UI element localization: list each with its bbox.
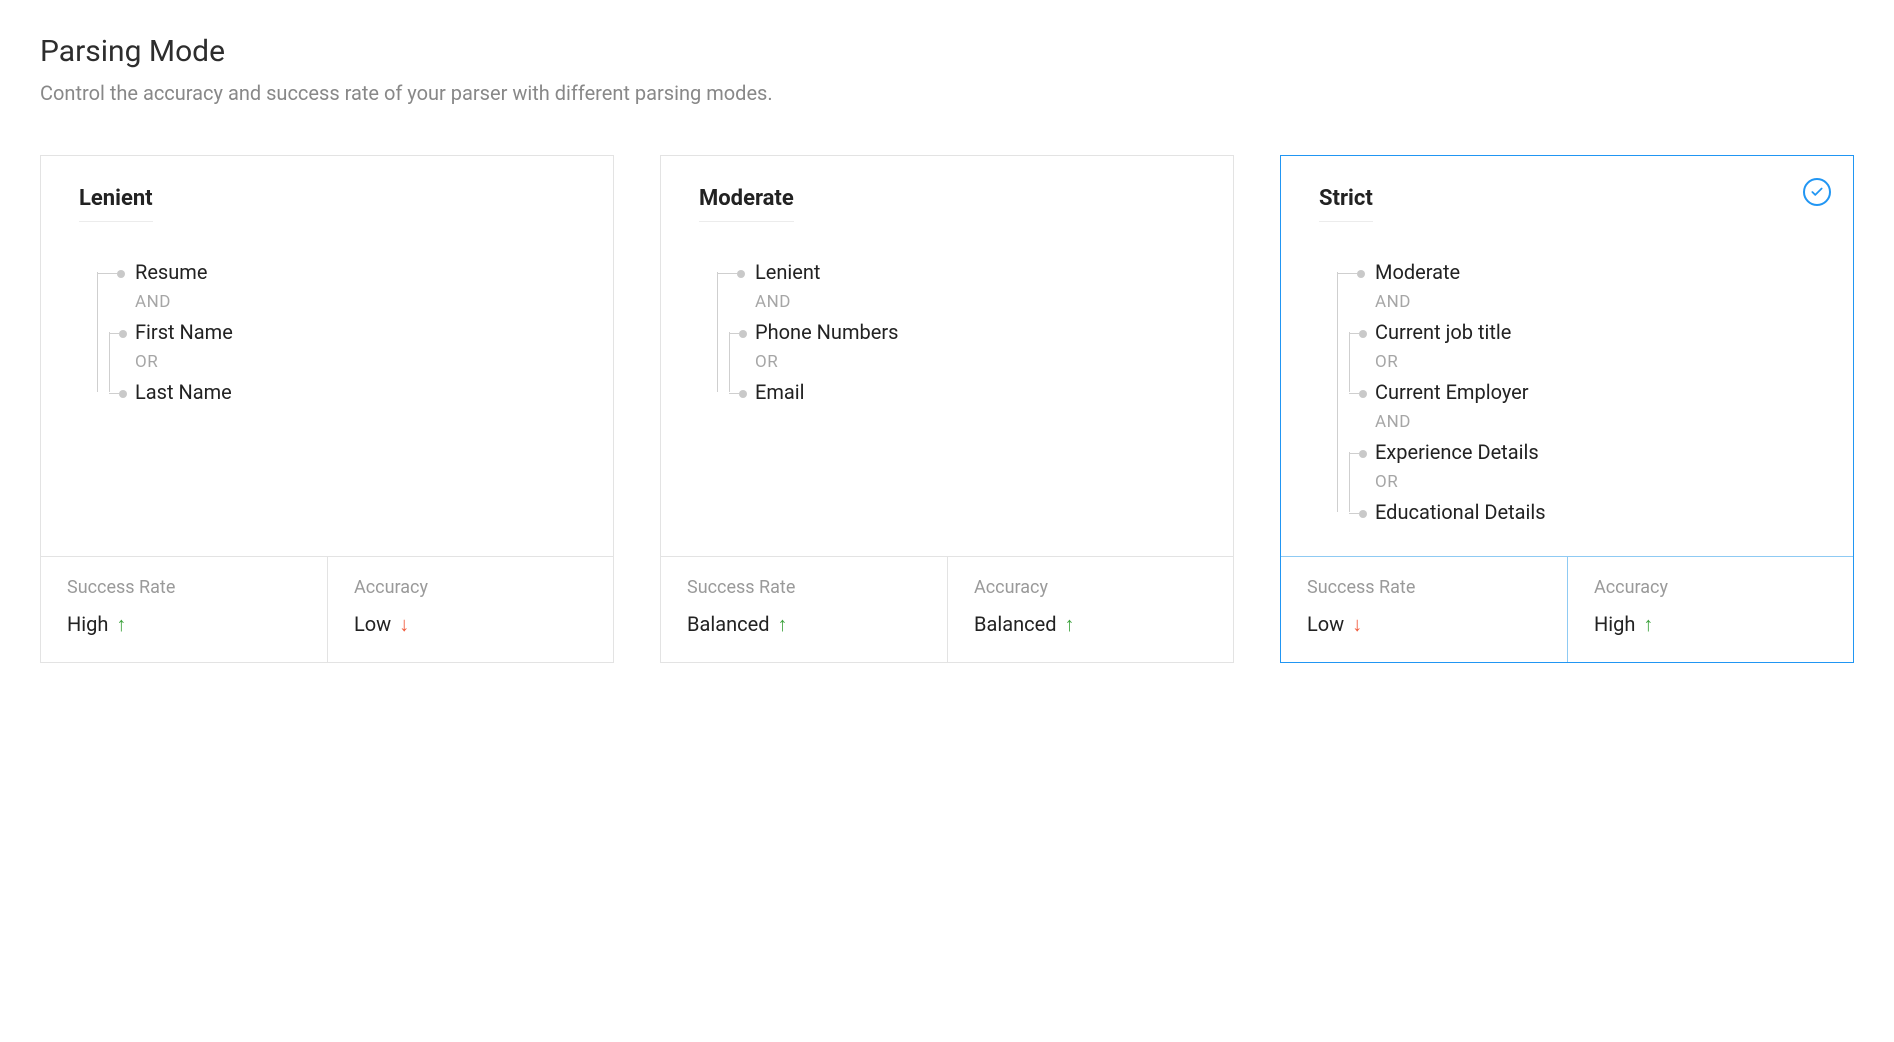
metric-label: Success Rate [687,577,921,598]
metric-label: Accuracy [354,577,587,598]
criteria-label: Moderate [1375,258,1815,286]
card-footer: Success Rate High ↑ Accuracy Low ↓ [41,556,613,662]
selected-check-icon [1803,178,1831,206]
criteria-operator: AND [79,292,575,312]
metric-value: Balanced ↑ [974,612,1207,636]
mode-card-moderate[interactable]: Moderate Lenient AND Phone Numbers OR Email Su… [660,155,1234,663]
criteria-node: Current Employer [1319,378,1815,406]
criteria-node: Moderate [1319,258,1815,286]
criteria-node: Resume [79,258,575,286]
metric-value-text: Balanced [974,612,1056,636]
criteria-tree: Resume AND First Name OR Last Name [79,258,575,406]
card-body: StrictModerateANDCurrent job titleORCurr… [1281,156,1853,556]
operator-label: AND [1375,412,1815,432]
criteria-subgroup: Current job title OR Current Employer [1319,318,1815,406]
operator-label: AND [1375,292,1815,312]
arrow-up-icon: ↑ [116,614,126,634]
mode-title: Moderate [699,186,794,222]
metric-value-text: Low [354,612,391,636]
mode-cards: Lenient Resume AND First Name OR Last Name Suc… [40,155,1854,663]
metric-success-rate: Success Rate Low ↓ [1281,557,1567,662]
criteria-node: Current job title [1319,318,1815,346]
operator-label: OR [135,352,575,372]
metric-value-text: High [67,612,108,636]
criteria-operator: AND [1319,292,1815,312]
criteria-operator: OR [79,352,575,372]
criteria-label: Resume [135,258,575,286]
criteria-label: Current job title [1375,318,1815,346]
metric-value: Low ↓ [354,612,587,636]
metric-success-rate: Success Rate Balanced ↑ [661,557,947,662]
operator-label: OR [1375,472,1815,492]
metric-label: Success Rate [1307,577,1541,598]
operator-label: OR [1375,352,1815,372]
criteria-label: Lenient [755,258,1195,286]
criteria-label: Last Name [135,378,575,406]
metric-value: High ↑ [1594,612,1827,636]
metric-label: Accuracy [1594,577,1827,598]
criteria-node: Lenient [699,258,1195,286]
arrow-up-icon: ↑ [1643,614,1653,634]
criteria-label: Experience Details [1375,438,1815,466]
arrow-up-icon: ↑ [777,614,787,634]
criteria-operator: AND [1319,412,1815,432]
criteria-subgroup: Experience Details OR Educational Details [1319,438,1815,526]
arrow-up-icon: ↑ [1064,614,1074,634]
card-body: Lenient Resume AND First Name OR Last Name [41,156,613,556]
criteria-node: Educational Details [1319,498,1815,526]
metric-accuracy: Accuracy Low ↓ [327,557,613,662]
criteria-node: Last Name [79,378,575,406]
metric-value: Balanced ↑ [687,612,921,636]
mode-card-strict[interactable]: StrictModerateANDCurrent job titleORCurr… [1280,155,1854,663]
metric-value: Low ↓ [1307,612,1541,636]
metric-value-text: High [1594,612,1635,636]
operator-label: OR [755,352,1195,372]
metric-value: High ↑ [67,612,301,636]
page-title: Parsing Mode [40,34,1854,69]
mode-title: Lenient [79,186,153,222]
metric-label: Success Rate [67,577,301,598]
operator-label: AND [135,292,575,312]
card-footer: Success Rate Low ↓ Accuracy High ↑ [1281,556,1853,662]
arrow-down-icon: ↓ [1352,614,1362,634]
criteria-subgroup: Phone Numbers OR Email [699,318,1195,406]
criteria-node: Phone Numbers [699,318,1195,346]
metric-label: Accuracy [974,577,1207,598]
criteria-label: Phone Numbers [755,318,1195,346]
metric-accuracy: Accuracy High ↑ [1567,557,1853,662]
criteria-tree: Lenient AND Phone Numbers OR Email [699,258,1195,406]
criteria-subgroup: First Name OR Last Name [79,318,575,406]
metric-accuracy: Accuracy Balanced ↑ [947,557,1233,662]
criteria-node: Email [699,378,1195,406]
criteria-operator: OR [1319,472,1815,492]
criteria-operator: OR [699,352,1195,372]
criteria-operator: OR [1319,352,1815,372]
criteria-label: Email [755,378,1195,406]
card-footer: Success Rate Balanced ↑ Accuracy Balanced ↑ [661,556,1233,662]
criteria-tree: Moderate AND Current job title OR Current Em… [1319,258,1815,526]
criteria-label: Current Employer [1375,378,1815,406]
page-subtitle: Control the accuracy and success rate of… [40,81,1854,105]
criteria-label: Educational Details [1375,498,1815,526]
criteria-operator: AND [699,292,1195,312]
metric-value-text: Balanced [687,612,769,636]
criteria-label: First Name [135,318,575,346]
mode-title: Strict [1319,186,1373,222]
metric-value-text: Low [1307,612,1344,636]
card-body: Moderate Lenient AND Phone Numbers OR Email [661,156,1233,556]
metric-success-rate: Success Rate High ↑ [41,557,327,662]
mode-card-lenient[interactable]: Lenient Resume AND First Name OR Last Name Suc… [40,155,614,663]
operator-label: AND [755,292,1195,312]
criteria-node: First Name [79,318,575,346]
criteria-node: Experience Details [1319,438,1815,466]
arrow-down-icon: ↓ [399,614,409,634]
